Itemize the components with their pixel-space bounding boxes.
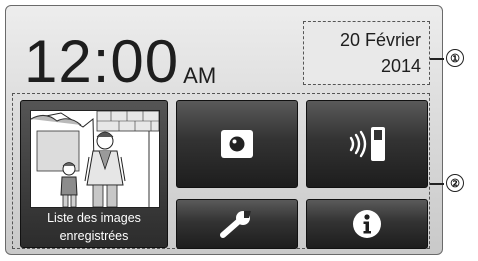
visitor-photo-thumbnail (30, 110, 160, 208)
date-callout-leader (430, 58, 444, 60)
date-day-month: 20 Février (339, 30, 421, 50)
monitor-camera-button[interactable] (176, 100, 298, 188)
info-button[interactable] (306, 199, 428, 249)
tiles-callout-leader (430, 183, 444, 185)
date-callout-marker: ① (446, 49, 464, 67)
settings-button[interactable] (176, 199, 298, 249)
wrench-icon (220, 211, 251, 238)
camera-icon (221, 130, 253, 158)
date-year: 2014 (380, 56, 421, 76)
visitor-illustration (31, 111, 159, 207)
clock-time: 12:00 (24, 28, 180, 95)
info-icon (353, 210, 381, 238)
recorded-images-button[interactable]: Liste des images enregistrées (20, 100, 168, 248)
recorded-images-label: Liste des images enregistrées (47, 211, 141, 243)
clock-display: 12:00 AM (24, 22, 216, 92)
handset-signal-icon (349, 127, 385, 161)
intercom-handset-button[interactable] (306, 100, 428, 188)
clock-period: AM (183, 63, 217, 88)
tiles-callout-marker: ② (446, 174, 464, 192)
date-display: 20 Février 2014 (303, 21, 430, 85)
